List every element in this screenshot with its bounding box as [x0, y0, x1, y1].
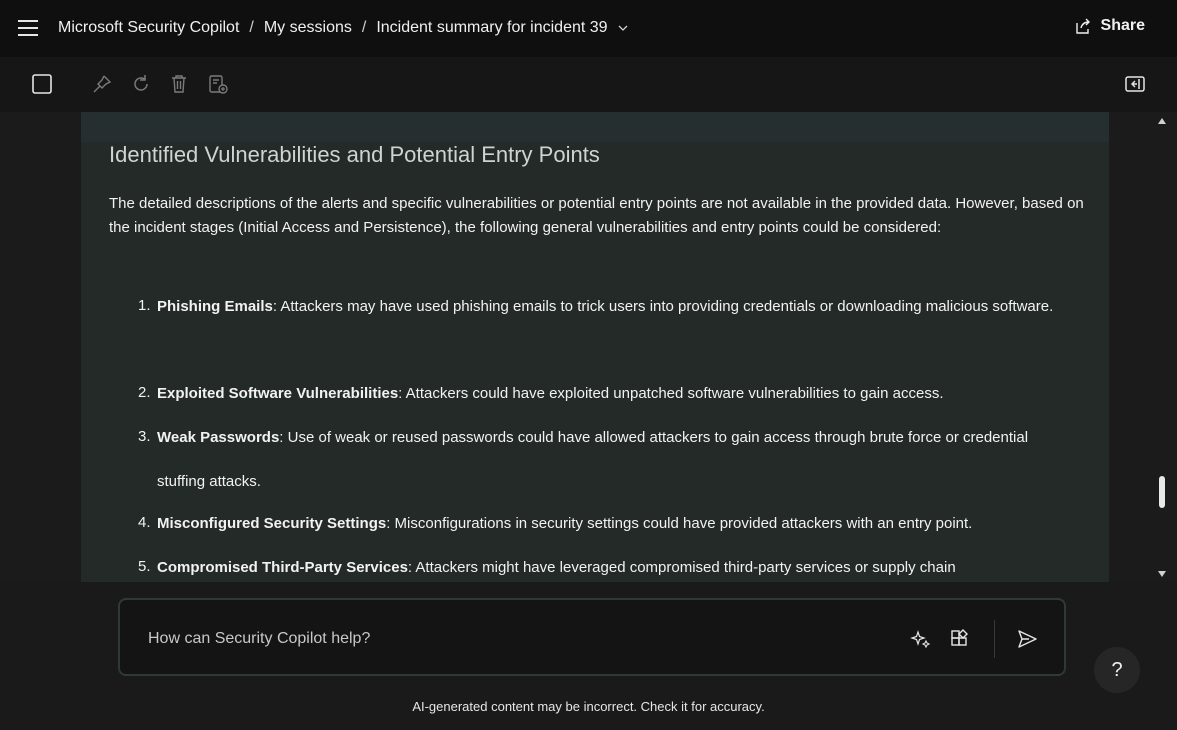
item-title: Compromised Third-Party Services: [157, 559, 408, 576]
refresh-icon[interactable]: [130, 73, 152, 95]
item-title: Misconfigured Security Settings: [157, 515, 387, 532]
item-text: : Attackers could have exploited unpatch…: [398, 385, 944, 402]
list-number: 5.: [138, 558, 151, 575]
item-title: Phishing Emails: [157, 298, 273, 315]
help-button[interactable]: ?: [1094, 647, 1140, 693]
menu-icon[interactable]: [18, 20, 38, 36]
prompt-divider: [994, 620, 995, 658]
breadcrumb-separator: /: [249, 19, 254, 36]
prompt-input[interactable]: [146, 624, 890, 654]
collapse-panel-icon[interactable]: [1124, 73, 1146, 95]
sparkle-prompts-icon[interactable]: [910, 628, 932, 650]
response-card: Identified Vulnerabilities and Potential…: [81, 112, 1109, 582]
delete-icon[interactable]: [168, 73, 190, 95]
plugins-icon[interactable]: [949, 628, 971, 650]
share-icon: [1075, 18, 1090, 34]
export-icon[interactable]: [207, 73, 229, 95]
item-text: : Attackers might have leveraged comprom…: [407, 559, 956, 576]
list-number: 4.: [138, 514, 151, 531]
list-number: 3.: [138, 428, 151, 445]
breadcrumb: Microsoft Security Copilot / My sessions…: [58, 19, 628, 37]
section-heading: Identified Vulnerabilities and Potential…: [109, 142, 600, 167]
breadcrumb-separator: /: [361, 19, 367, 36]
scroll-down-arrow[interactable]: [1158, 571, 1166, 577]
share-label: Share: [1100, 17, 1145, 34]
session-title[interactable]: Incident summary for incident 39: [376, 19, 607, 37]
item-title: Weak Passwords: [157, 429, 280, 446]
pin-icon[interactable]: [91, 73, 113, 95]
item-title: Exploited Software Vulnerabilities: [157, 385, 399, 402]
item-text: : Attackers may have used phishing email…: [272, 298, 1054, 315]
item-text: : Use of weak or reused passwords could …: [157, 429, 1029, 490]
send-icon[interactable]: [1016, 628, 1038, 650]
item-text: : Misconfigurations in security settings…: [386, 515, 973, 532]
share-button[interactable]: Share: [1074, 17, 1145, 35]
chevron-down-icon[interactable]: [618, 23, 628, 33]
scroll-up-arrow[interactable]: [1158, 118, 1166, 124]
list-number: 1.: [138, 297, 151, 314]
prompt-box: [118, 598, 1066, 676]
select-checkbox-icon[interactable]: [31, 73, 53, 95]
list-number: 2.: [138, 384, 151, 401]
breadcrumb-app[interactable]: Microsoft Security Copilot: [58, 19, 239, 37]
card-header-strip: [81, 112, 1109, 142]
breadcrumb-sessions[interactable]: My sessions: [264, 19, 352, 37]
scrollbar-thumb[interactable]: [1159, 476, 1165, 508]
session-toolbar: [0, 57, 1177, 113]
intro-paragraph: The detailed descriptions of the alerts …: [109, 195, 1084, 236]
ai-disclaimer: AI-generated content may be incorrect. C…: [412, 699, 765, 714]
top-bar: Microsoft Security Copilot / My sessions…: [0, 0, 1177, 57]
